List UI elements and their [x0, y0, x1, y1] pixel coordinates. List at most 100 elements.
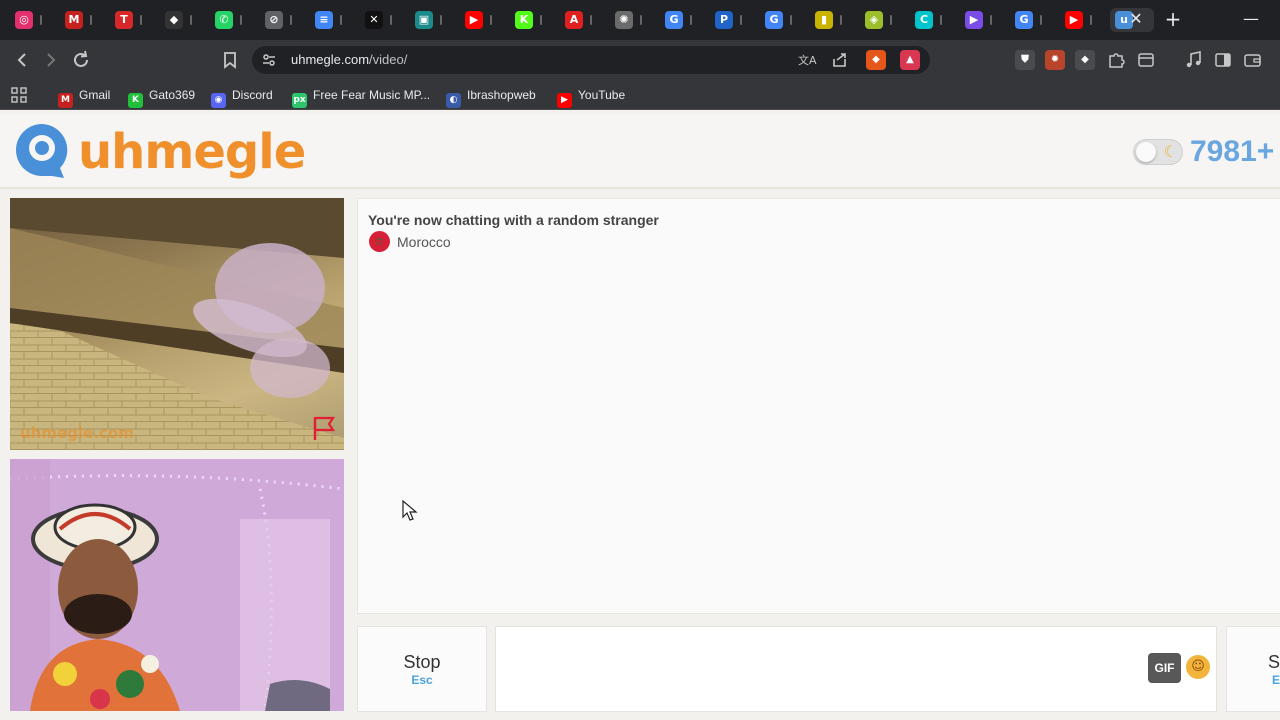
paypal-icon: P — [715, 11, 733, 29]
extensions-puzzle-icon[interactable] — [1105, 49, 1127, 71]
page: ◎ M T ◆ ✆ ⊘ ≡ ✕ ▣ ▶ K A ✺ G P G ▮ ◈ C ▶ G ▶ u ✕ + — uhmegle.co… — [0, 0, 1280, 720]
browser-tab[interactable]: T — [110, 8, 156, 32]
browser-tab[interactable]: M — [60, 8, 106, 32]
gif-button[interactable]: GIF — [1148, 653, 1181, 683]
emoji-button[interactable]: ☺ — [1186, 655, 1210, 679]
google-icon: G — [765, 11, 783, 29]
url-host: uhmegle.com — [291, 52, 370, 67]
canva-icon: C — [915, 11, 933, 29]
browser-tab[interactable]: G — [1010, 8, 1056, 32]
shield-extension-icon[interactable]: ⛊ — [1015, 50, 1035, 70]
message-input[interactable] — [495, 626, 1217, 712]
tab-separator — [990, 15, 992, 25]
tab-separator — [90, 15, 92, 25]
browser-tab[interactable]: ✕ — [360, 8, 406, 32]
apps-grid-icon[interactable] — [10, 86, 28, 104]
report-flag-icon[interactable] — [310, 414, 338, 442]
bookmark-item[interactable]: ▶ YouTube — [557, 86, 626, 108]
bookmark-label: Gmail — [79, 88, 111, 102]
media-control-icon[interactable] — [1183, 49, 1205, 71]
browser-tab[interactable]: ◆ — [160, 8, 206, 32]
tab-separator — [740, 15, 742, 25]
youtube-icon: ▶ — [465, 11, 483, 29]
youtube-icon: ▶ — [1065, 11, 1083, 29]
acrobat-icon: A — [565, 11, 583, 29]
tab-separator — [490, 15, 492, 25]
bookmark-label: Free Fear Music MP... — [313, 88, 431, 102]
wallet-icon[interactable] — [1242, 49, 1264, 71]
translate-icon[interactable]: 文A — [795, 49, 817, 71]
sidebar-icon[interactable] — [1212, 49, 1234, 71]
kick-icon: K — [128, 93, 143, 108]
bookmark-item[interactable]: M Gmail — [58, 86, 111, 108]
tab-separator — [190, 15, 192, 25]
brave-shields-icon[interactable]: ◆ — [866, 50, 886, 70]
tab-separator — [140, 15, 142, 25]
gmail-icon: M — [65, 11, 83, 29]
tab-separator — [390, 15, 392, 25]
diamond-extension-icon[interactable]: ◆ — [1075, 50, 1095, 70]
browser-tab[interactable]: C — [910, 8, 956, 32]
tab-separator — [640, 15, 642, 25]
ibrashop-icon: ◐ — [446, 93, 461, 108]
back-button[interactable] — [11, 49, 33, 71]
browser-tab[interactable]: ◎ — [10, 8, 56, 32]
browser-tab[interactable]: K — [510, 8, 556, 32]
share-icon[interactable] — [829, 49, 851, 71]
tab-separator — [890, 15, 892, 25]
browser-tab[interactable]: ▣ — [410, 8, 456, 32]
x-icon: ✕ — [365, 11, 383, 29]
new-tab-button[interactable]: + — [1162, 8, 1184, 30]
browser-tab[interactable]: ✺ — [610, 8, 656, 32]
bookmark-label: Ibrashopweb — [467, 88, 536, 102]
flag-star: ✩ — [374, 235, 385, 248]
chat-status-message: You're now chatting with a random strang… — [368, 212, 659, 228]
url-text[interactable]: uhmegle.com/video/ — [291, 52, 407, 68]
bookmark-icon[interactable] — [219, 49, 241, 71]
chrome-icon: ⊘ — [265, 11, 283, 29]
site-info-icon[interactable] — [258, 49, 280, 71]
uhmegle-logo-icon[interactable] — [12, 120, 72, 180]
browser-tab[interactable]: G — [660, 8, 706, 32]
stop-button-label: Stop — [403, 652, 441, 672]
svg-text:文A: 文A — [798, 53, 817, 67]
stop-shortcut-hint: Esc — [411, 673, 433, 687]
brave-rewards-icon[interactable]: ▲ — [900, 50, 920, 70]
bookmark-item[interactable]: ◉ Discord — [211, 86, 273, 108]
browser-tab[interactable]: ≡ — [310, 8, 356, 32]
bookmark-item[interactable]: px Free Fear Music MP... — [292, 86, 431, 108]
browser-tab[interactable]: A — [560, 8, 606, 32]
tab-search-icon[interactable] — [1135, 49, 1157, 71]
fire-extension-icon[interactable]: ✹ — [1045, 50, 1065, 70]
tab-separator — [840, 15, 842, 25]
browser-tab[interactable]: ▶ — [960, 8, 1006, 32]
send-shortcut-hint: E — [1272, 673, 1280, 687]
browser-tab[interactable]: ✆ — [210, 8, 256, 32]
browser-tab[interactable]: ▮ — [810, 8, 856, 32]
bookmark-item[interactable]: K Gato369 — [128, 86, 195, 108]
close-tab-icon[interactable]: ✕ — [1127, 10, 1145, 28]
browser-tab[interactable]: P — [710, 8, 756, 32]
browser-tab[interactable]: ⊘ — [260, 8, 306, 32]
mouse-cursor-icon — [402, 499, 418, 522]
moon-icon: ☾ — [1163, 142, 1178, 161]
url-path: /video/ — [369, 52, 408, 67]
bookmark-item[interactable]: ◐ Ibrashopweb — [446, 86, 536, 108]
tab-separator — [790, 15, 792, 25]
diamond-icon: ◆ — [165, 11, 183, 29]
site-logo-text[interactable]: uhmegle — [78, 124, 306, 180]
browser-tab[interactable]: ▶ — [1060, 8, 1106, 32]
reload-button[interactable] — [70, 49, 92, 71]
browser-tab[interactable]: ▶ — [460, 8, 506, 32]
dark-mode-toggle[interactable]: ☾ — [1133, 139, 1183, 165]
discord-icon: ◉ — [211, 93, 226, 108]
browser-tab[interactable]: G — [760, 8, 806, 32]
bookmark-label: YouTube — [578, 88, 626, 102]
toggle-knob — [1136, 142, 1156, 162]
self-video — [10, 459, 344, 711]
minimize-window-button[interactable]: — — [1240, 8, 1262, 30]
tab-strip: ◎ M T ◆ ✆ ⊘ ≡ ✕ ▣ ▶ K A ✺ G P G ▮ ◈ C ▶ G ▶ u ✕ + — — [0, 0, 1280, 40]
video-app-icon: ▶ — [965, 11, 983, 29]
forward-button[interactable] — [40, 49, 62, 71]
browser-tab[interactable]: ◈ — [860, 8, 906, 32]
